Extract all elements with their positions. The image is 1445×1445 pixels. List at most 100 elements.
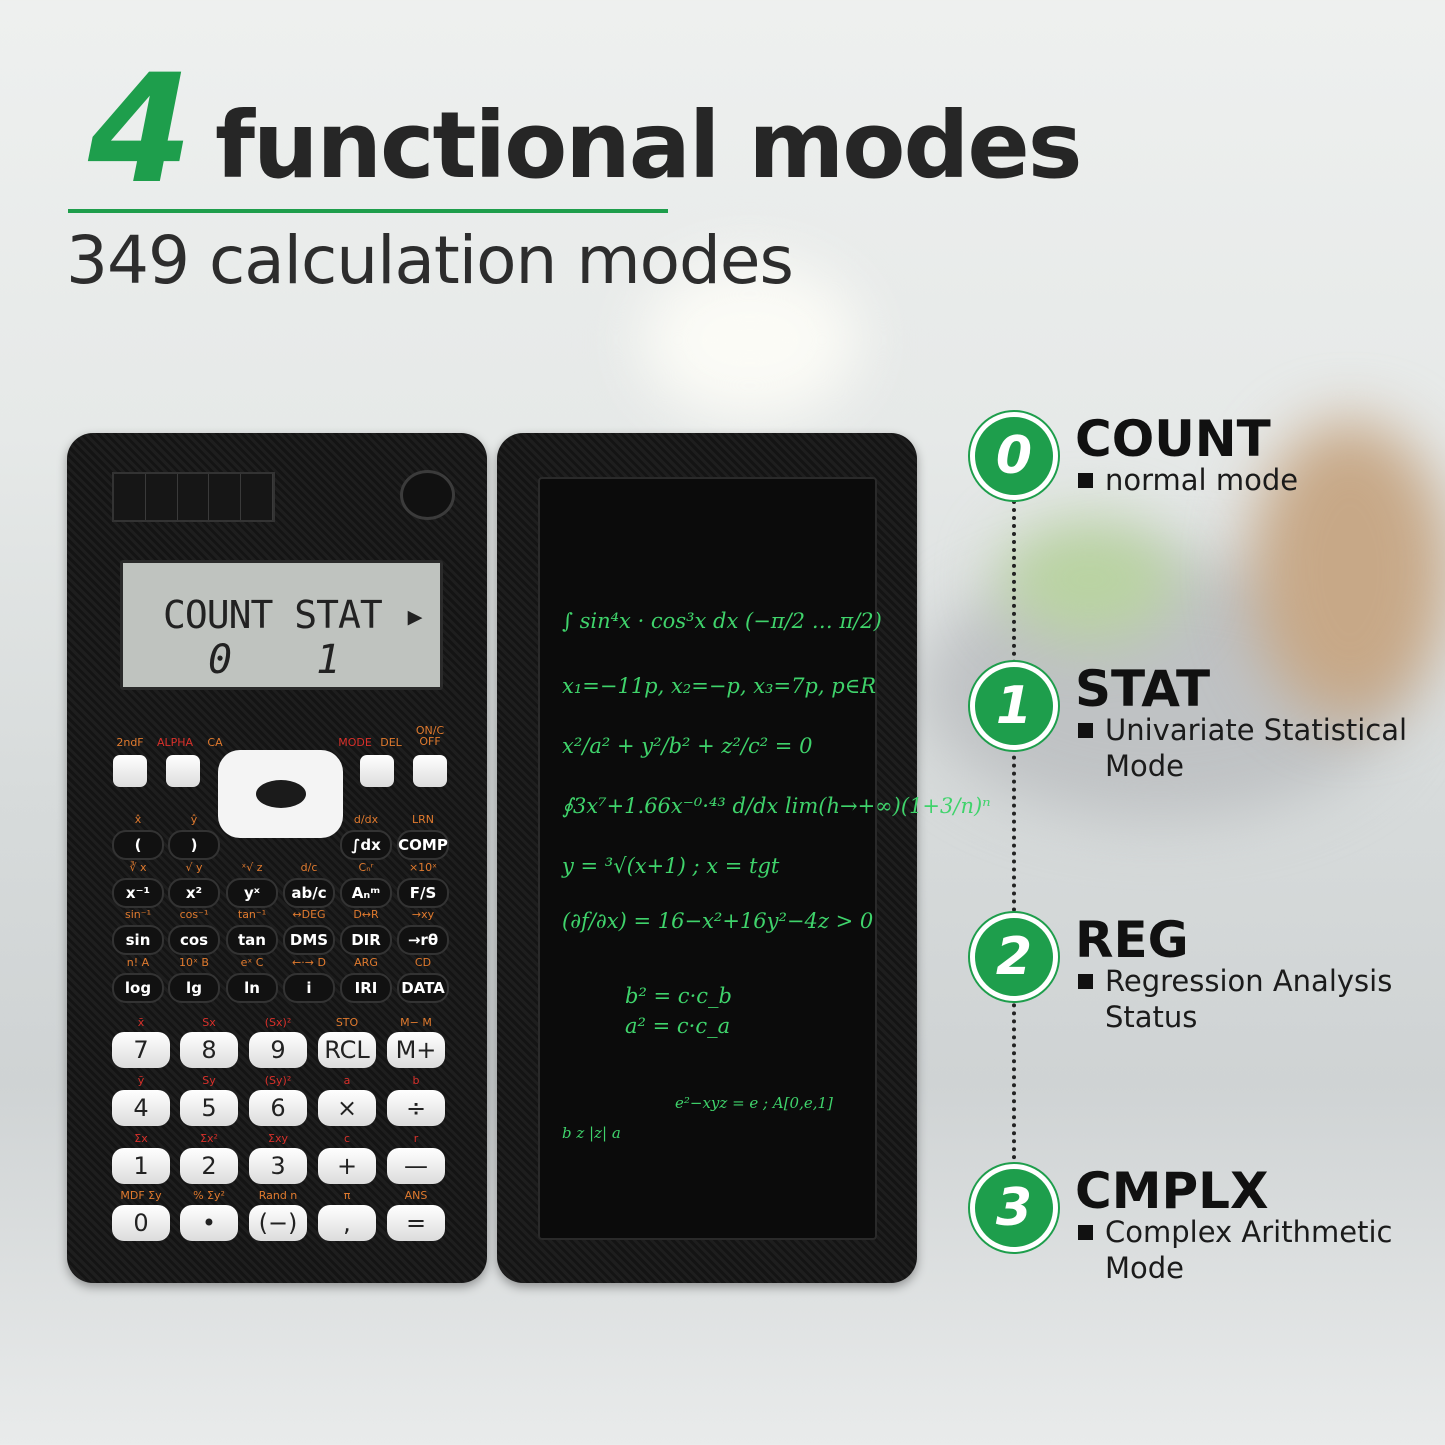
direction-pad[interactable] [218, 750, 343, 838]
mode-name: STAT [1075, 660, 1211, 718]
key-×[interactable]: × [318, 1090, 376, 1126]
handwritten-formula: x₁=−11p, x₂=−p, x₃=7p, p∈R [562, 674, 877, 698]
key-COMP[interactable]: COMP [397, 830, 449, 860]
key-7[interactable]: 7 [112, 1032, 170, 1068]
key-)[interactable]: ) [168, 830, 220, 860]
key-Aₙᵐ[interactable]: Aₙᵐ [340, 878, 392, 908]
key-secondary-label: Rand n [258, 1189, 298, 1202]
key-3[interactable]: 3 [249, 1148, 307, 1184]
key-secondary-label: eˣ C [240, 956, 264, 969]
key-secondary-label: Sx [202, 1016, 216, 1029]
key-secondary-label: b [412, 1074, 420, 1087]
lcd-display: COUNT STAT ▸ 0 1 [120, 560, 443, 690]
key-label: CA [207, 736, 223, 749]
key-x⁻¹[interactable]: x⁻¹ [112, 878, 164, 908]
lcd-line-1: COUNT STAT ▸ [163, 593, 427, 637]
key-tan[interactable]: tan [226, 925, 278, 955]
key-∫dx[interactable]: ∫dx [340, 830, 392, 860]
key-secondary-label: MDF Σy [120, 1189, 162, 1202]
key-secondary-label: ∛ x [129, 861, 147, 874]
key-secondary-label: d/c [300, 861, 318, 874]
key-F/S[interactable]: F/S [397, 878, 449, 908]
key-,[interactable]: , [318, 1205, 376, 1241]
title-underline [68, 209, 668, 213]
key-secondary-label: cos⁻¹ [179, 908, 209, 921]
key-9[interactable]: 9 [249, 1032, 307, 1068]
key-label: DEL [380, 736, 402, 749]
power-button[interactable] [400, 470, 455, 520]
key-([interactable]: ( [112, 830, 164, 860]
key-ab/c[interactable]: ab/c [283, 878, 335, 908]
key-DATA[interactable]: DATA [397, 973, 449, 1003]
key-secondary-label: Σx² [200, 1132, 218, 1145]
key-ln[interactable]: ln [226, 973, 278, 1003]
key-secondary-label: Σxy [268, 1132, 288, 1145]
key-1[interactable]: 1 [112, 1148, 170, 1184]
key-→rθ[interactable]: →rθ [397, 925, 449, 955]
2ndf-key[interactable] [113, 755, 147, 787]
key-M+[interactable]: M+ [387, 1032, 445, 1068]
key-sin[interactable]: sin [112, 925, 164, 955]
mode-description: normal mode [1078, 462, 1418, 498]
mode-number-badge: 1 [970, 662, 1058, 750]
key-DIR[interactable]: DIR [340, 925, 392, 955]
mode-key[interactable] [360, 755, 394, 787]
key-i[interactable]: i [283, 973, 335, 1003]
key-secondary-label: √ y [185, 861, 203, 874]
writing-pad-body: ∫ sin⁴x · cos³x dx (−π/2 … π/2) x₁=−11p, … [497, 433, 991, 1283]
key-x²[interactable]: x² [168, 878, 220, 908]
key-secondary-label: (Sy)² [264, 1074, 292, 1087]
key-8[interactable]: 8 [180, 1032, 238, 1068]
mode-name: COUNT [1075, 410, 1271, 468]
key-secondary-label: Cₙʳ [358, 861, 374, 874]
key-secondary-label: π [343, 1189, 351, 1202]
key-secondary-label: tan⁻¹ [237, 908, 267, 921]
key-2[interactable]: 2 [180, 1148, 238, 1184]
page-subtitle: 349 calculation modes [66, 222, 794, 299]
key-cos[interactable]: cos [168, 925, 220, 955]
key-secondary-label: M− M [400, 1016, 432, 1029]
key-RCL[interactable]: RCL [318, 1032, 376, 1068]
mode-description: Complex Arithmetic Mode [1078, 1214, 1418, 1286]
key-secondary-label: x̄ [137, 1016, 145, 1029]
key-secondary-label: LRN [412, 813, 434, 826]
key-—[interactable]: — [387, 1148, 445, 1184]
key-DMS[interactable]: DMS [283, 925, 335, 955]
key-6[interactable]: 6 [249, 1090, 307, 1126]
handwritten-formula: y = ³√(x+1) ; x = tgt [562, 854, 780, 878]
writing-pad-screen[interactable]: ∫ sin⁴x · cos³x dx (−π/2 … π/2) x₁=−11p, … [538, 477, 991, 1240]
key-÷[interactable]: ÷ [387, 1090, 445, 1126]
key-secondary-label: sin⁻¹ [125, 908, 151, 921]
key-•[interactable]: • [180, 1205, 238, 1241]
key-label: ALPHA [156, 736, 194, 749]
handwritten-formula: x²/a² + y²/b² + z²/c² = 0 [562, 734, 813, 758]
key-yˣ[interactable]: yˣ [226, 878, 278, 908]
key-secondary-label: STO [335, 1016, 359, 1029]
key-secondary-label: ŷ [190, 813, 198, 826]
key-IRI[interactable]: IRI [340, 973, 392, 1003]
key-secondary-label: Sy [202, 1074, 216, 1087]
key-secondary-label: ARG [354, 956, 378, 969]
key-log[interactable]: log [112, 973, 164, 1003]
key-4[interactable]: 4 [112, 1090, 170, 1126]
key-secondary-label: (Sx)² [264, 1016, 292, 1029]
handwritten-formula: (∂f/∂x) = 16−x²+16y²−4z > 0 [562, 909, 874, 933]
key-secondary-label: CD [414, 956, 432, 969]
key-=[interactable]: = [387, 1205, 445, 1241]
on-off-key[interactable] [413, 755, 447, 787]
calculator-body: COUNT STAT ▸ 0 1 2ndF ALPHA CA MODE DEL ON/C … [67, 433, 487, 1283]
key-secondary-label: r [413, 1132, 419, 1145]
mode-name: CMPLX [1075, 1162, 1269, 1220]
key-5[interactable]: 5 [180, 1090, 238, 1126]
mode-number-badge: 3 [970, 1164, 1058, 1252]
key-secondary-label: ↔DEG [292, 908, 326, 921]
handwritten-formula: a² = c·c_a [625, 1014, 731, 1038]
key-+[interactable]: + [318, 1148, 376, 1184]
key-secondary-label: Σx [134, 1132, 148, 1145]
handwritten-formula: ∫ sin⁴x · cos³x dx (−π/2 … π/2) [562, 609, 882, 633]
key-(−)[interactable]: (−) [249, 1205, 307, 1241]
key-lg[interactable]: lg [168, 973, 220, 1003]
key-secondary-label: % Σy² [193, 1189, 225, 1202]
key-0[interactable]: 0 [112, 1205, 170, 1241]
alpha-key[interactable] [166, 755, 200, 787]
